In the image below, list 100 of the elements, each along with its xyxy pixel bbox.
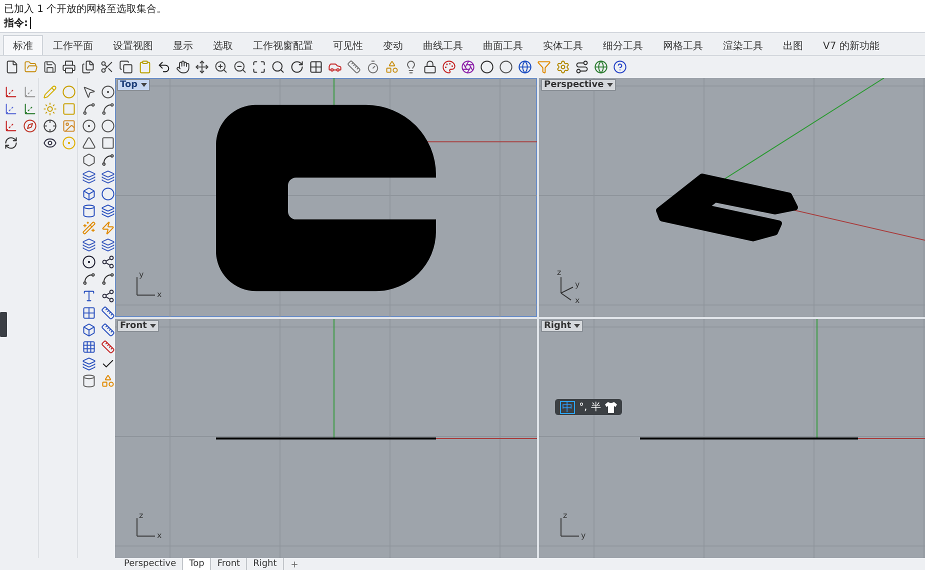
ribbon-tab[interactable]: 细分工具 [593, 35, 653, 55]
shirt-icon[interactable] [605, 402, 618, 412]
grid-button[interactable] [80, 304, 97, 322]
crosshair-button[interactable] [41, 117, 58, 135]
small-circle-button[interactable] [99, 83, 116, 101]
lock-icon [422, 60, 436, 74]
ribbon-tab[interactable]: 实体工具 [533, 35, 593, 55]
zoom-in-button[interactable] [212, 58, 229, 76]
grid-icon [308, 60, 322, 74]
ribbon-tab[interactable]: 渲染工具 [713, 35, 773, 55]
ribbon-tab[interactable]: 工作视窗配置 [243, 35, 323, 55]
viewport-tab[interactable]: Top [183, 558, 212, 570]
help-icon [612, 60, 626, 74]
copy-button[interactable] [117, 58, 134, 76]
small-circle-icon [100, 85, 114, 99]
cylinder-button[interactable] [80, 202, 97, 220]
ribbon-tab[interactable]: 变动 [373, 35, 413, 55]
viewport-tab[interactable]: Front [211, 558, 248, 570]
curve-icon [100, 153, 114, 167]
ribbon-tab[interactable]: 出图 [773, 35, 813, 55]
box-button[interactable] [80, 185, 97, 203]
viewport-title[interactable]: Perspective [541, 79, 616, 91]
ribbon-tab[interactable]: 可见性 [323, 35, 373, 55]
zoom-out-button[interactable] [231, 58, 248, 76]
filter-icon [536, 60, 550, 74]
ribbon-tab[interactable]: 显示 [163, 35, 203, 55]
clipboard-icon [138, 60, 152, 74]
axes-icon [4, 119, 18, 133]
rectangle-icon [100, 136, 114, 150]
compass-button[interactable] [21, 117, 38, 135]
viewport-title[interactable]: Front [117, 320, 159, 332]
palette-button[interactable] [440, 58, 457, 76]
printer-button[interactable] [60, 58, 77, 76]
layers-button[interactable] [80, 236, 97, 254]
viewport-title[interactable]: Right [541, 320, 584, 332]
ruler-icon [346, 60, 360, 74]
ruler-button[interactable] [99, 304, 116, 322]
refresh-button[interactable] [2, 134, 19, 152]
ribbon-tab[interactable]: 网格工具 [653, 35, 713, 55]
image-icon [62, 119, 76, 133]
hand-button[interactable] [174, 58, 191, 76]
ribbon-tab[interactable]: V7 的新功能 [813, 35, 890, 55]
circle-dot-button[interactable] [80, 253, 97, 271]
help-button[interactable] [611, 58, 628, 76]
layers-button[interactable] [99, 168, 116, 186]
triangle-icon [82, 136, 96, 150]
caret-icon [606, 83, 613, 87]
curve-icon [82, 272, 96, 286]
ribbon-tab[interactable]: 曲面工具 [473, 35, 533, 55]
layers-button[interactable] [99, 202, 116, 220]
grid-icon [82, 306, 96, 320]
box-icon [82, 187, 96, 201]
ribbon-tab[interactable]: 设置视图 [103, 35, 163, 55]
hexagon-icon [82, 153, 96, 167]
ruler-button[interactable] [99, 338, 116, 356]
box-button[interactable] [80, 321, 97, 339]
layers-button[interactable] [80, 355, 97, 373]
ribbon-tab[interactable]: 选取 [203, 35, 243, 55]
layers-button[interactable] [80, 168, 97, 186]
ribbon-tab[interactable]: 工作平面 [43, 35, 103, 55]
ribbon-tab[interactable]: 标准 [3, 35, 43, 55]
ime-mode-button[interactable]: 中 [560, 400, 575, 414]
globe-button[interactable] [516, 58, 533, 76]
cylinder-button[interactable] [80, 372, 97, 390]
files-button[interactable] [79, 58, 96, 76]
aperture-button[interactable] [459, 58, 476, 76]
search-icon [270, 60, 284, 74]
hexagon-button[interactable] [80, 151, 97, 169]
axis-icon [560, 276, 574, 301]
ime-width-button[interactable]: 半 [591, 400, 602, 414]
lock-button[interactable] [421, 58, 438, 76]
move-button[interactable] [193, 58, 210, 76]
route-icon [574, 60, 588, 74]
axes-icon [4, 85, 18, 99]
layers-button[interactable] [99, 236, 116, 254]
document-icon [4, 60, 18, 74]
palette-icon [442, 60, 456, 74]
share-icon [100, 255, 114, 269]
layers-icon [100, 170, 114, 184]
ime-punctuation-button[interactable]: °, [579, 402, 588, 412]
dock-handle[interactable] [0, 312, 7, 337]
hand-icon [176, 60, 190, 74]
command-prompt-label: 指令: [4, 16, 28, 30]
viewport-title[interactable]: Top [117, 79, 150, 91]
ruler-button[interactable] [99, 321, 116, 339]
circle-button[interactable] [80, 117, 97, 135]
ruler-button[interactable] [345, 58, 362, 76]
ribbon-tab[interactable]: 曲线工具 [413, 35, 473, 55]
circle-dot-button[interactable] [60, 134, 77, 152]
save-button[interactable] [41, 58, 58, 76]
globe-button[interactable] [592, 58, 609, 76]
grid-button[interactable] [307, 58, 324, 76]
search-button[interactable] [269, 58, 286, 76]
rectangle-button[interactable] [99, 134, 116, 152]
grid-button[interactable] [80, 338, 97, 356]
maximize-button[interactable] [250, 58, 267, 76]
copy-icon [118, 60, 132, 74]
crosshair-icon [42, 119, 56, 133]
viewport-tab[interactable]: Right [247, 558, 284, 570]
square-icon [62, 102, 76, 116]
